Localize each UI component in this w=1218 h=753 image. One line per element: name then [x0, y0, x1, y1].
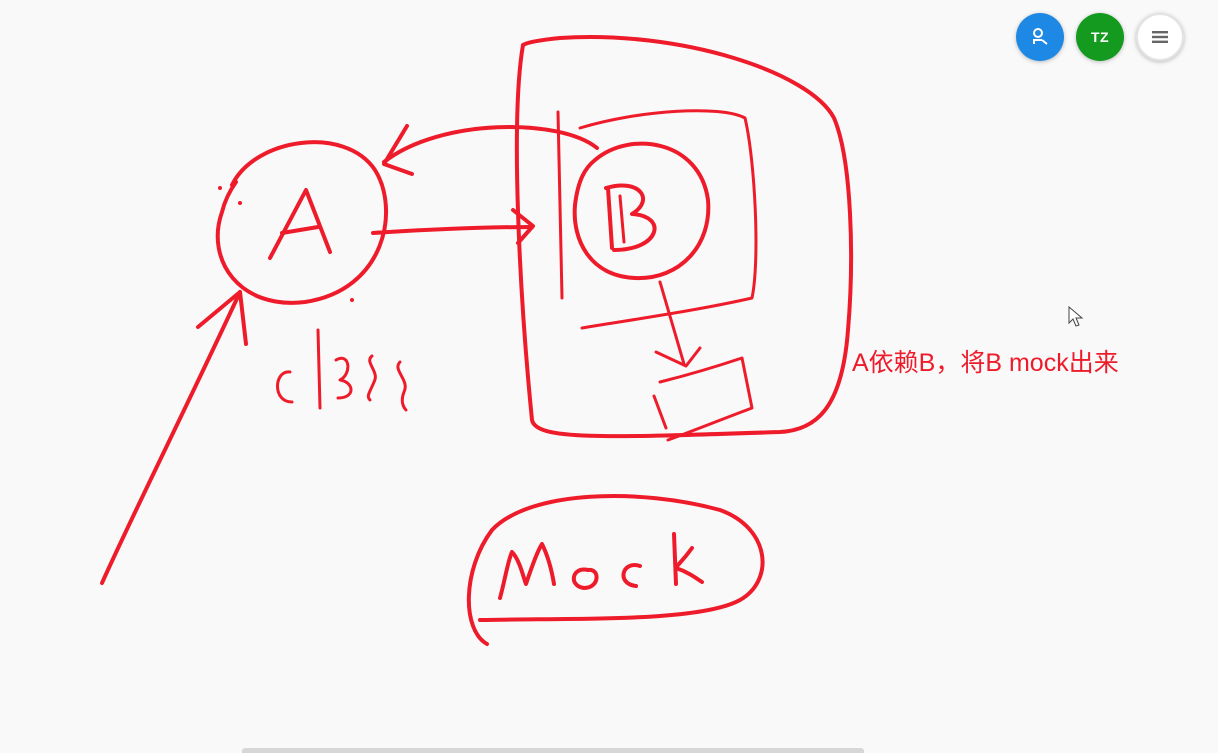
- word-class-c: [276, 370, 294, 404]
- letter-b-stroke: [618, 194, 626, 244]
- word-mock-m: [498, 542, 556, 600]
- menu-button[interactable]: [1136, 13, 1184, 61]
- arrow-b-to-a-head: [382, 124, 414, 176]
- letter-a-stroke: [268, 188, 332, 260]
- word-mock-k: [672, 532, 678, 586]
- word-mock-o: [572, 567, 599, 590]
- mock-box: [658, 356, 754, 442]
- avatar-button[interactable]: TZ: [1076, 13, 1124, 61]
- word-class-s: [396, 360, 408, 412]
- inner-box: [578, 109, 758, 330]
- hamburger-menu-icon: [1152, 31, 1168, 43]
- whiteboard-canvas[interactable]: A依赖B，将B mock出来 TZ: [0, 0, 1218, 753]
- mock-box: [652, 394, 668, 430]
- ink-dot: [238, 201, 242, 205]
- ink-dot: [218, 186, 222, 190]
- circle-b-stroke: [572, 141, 711, 281]
- circle-a-stroke: [215, 140, 388, 305]
- letter-b-stroke: [606, 186, 614, 250]
- arrow-b-to-a: [382, 125, 599, 164]
- arrow-b-to-mock-head: [654, 346, 702, 368]
- bottom-scroll-bar[interactable]: [242, 748, 864, 753]
- person-icon: [1033, 28, 1048, 45]
- mock-oval: [466, 494, 765, 646]
- avatar-initials: TZ: [1090, 29, 1110, 45]
- word-mock-c: [621, 563, 642, 588]
- word-class-a: [334, 356, 353, 400]
- word-class-l: [316, 328, 322, 410]
- participants-button[interactable]: [1016, 13, 1064, 61]
- ink-dot: [350, 298, 354, 302]
- arrow-a-to-b: [371, 225, 534, 235]
- word-class-s: [366, 354, 377, 402]
- annotation-text: A依赖B，将B mock出来: [852, 349, 1119, 377]
- long-arrow-to-a: [100, 290, 242, 585]
- arrow-b-to-mock: [658, 280, 686, 366]
- inner-box: [556, 110, 564, 300]
- mouse-cursor-icon: [1068, 306, 1084, 327]
- long-arrow-to-a-head: [196, 290, 248, 346]
- top-toolbar: TZ: [1016, 13, 1184, 61]
- word-mock-k: [674, 546, 704, 584]
